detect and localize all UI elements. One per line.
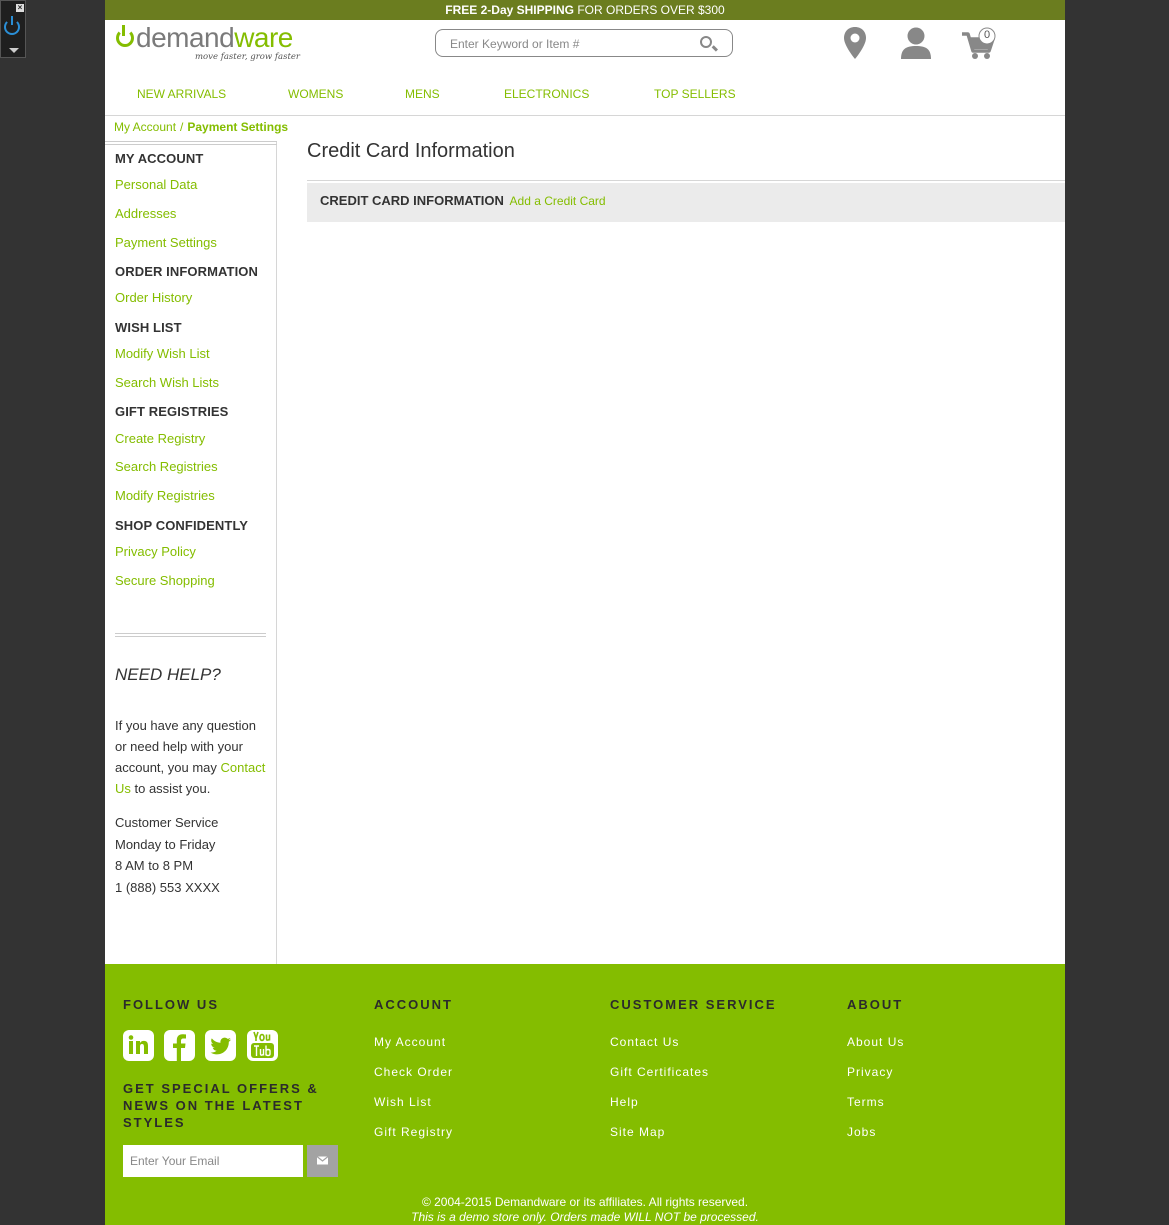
cs-phone: 1 (888) 553 XXXX xyxy=(115,879,220,895)
sidebar-heading-wish-list: WISH LIST xyxy=(115,320,182,335)
sidebar-divider xyxy=(115,633,266,637)
debug-toolbar-widget[interactable]: × xyxy=(0,0,26,58)
footer-link-wish-list[interactable]: Wish List xyxy=(374,1095,432,1109)
footer-link-contact-us[interactable]: Contact Us xyxy=(610,1035,679,1049)
footer-link-site-map[interactable]: Site Map xyxy=(610,1125,665,1139)
credit-card-section-title: CREDIT CARD INFORMATION Add a Credit Car… xyxy=(320,193,606,208)
footer-heading-follow-us: FOLLOW US xyxy=(123,997,219,1012)
cs-line: Customer Service xyxy=(115,815,219,830)
sidebar-link-modify-wish-list[interactable]: Modify Wish List xyxy=(115,346,210,361)
promo-banner: FREE 2-Day SHIPPING FOR ORDERS OVER $300 xyxy=(105,0,1065,20)
logo-tagline: move faster, grow faster xyxy=(195,52,300,62)
email-signup-input[interactable] xyxy=(123,1145,303,1177)
sidebar-heading-shop-confidently: SHOP CONFIDENTLY xyxy=(115,518,249,533)
add-credit-card-link[interactable]: Add a Credit Card xyxy=(510,194,606,208)
email-signup-button[interactable] xyxy=(307,1145,338,1177)
footer-link-help[interactable]: Help xyxy=(610,1095,639,1109)
youtube-icon[interactable] xyxy=(247,1030,278,1061)
store-locator-icon[interactable] xyxy=(843,27,867,59)
footer-link-about-us[interactable]: About Us xyxy=(847,1035,904,1049)
nav-electronics[interactable]: ELECTRONICS xyxy=(504,87,589,101)
footer-link-my-account[interactable]: My Account xyxy=(374,1035,446,1049)
footer-heading-account: ACCOUNT xyxy=(374,997,453,1012)
twitter-icon[interactable] xyxy=(205,1030,236,1061)
header: demandware move faster, grow faster 0 NE… xyxy=(105,20,1065,116)
sidebar-link-privacy-policy[interactable]: Privacy Policy xyxy=(115,544,196,559)
logo-power-icon xyxy=(116,25,134,47)
sidebar-heading-order-information: ORDER INFORMATION xyxy=(115,264,259,279)
sidebar-link-personal-data[interactable]: Personal Data xyxy=(115,177,197,192)
cs-line: 8 AM to 8 PM xyxy=(115,858,194,873)
search-box xyxy=(435,29,733,57)
footer-link-check-order[interactable]: Check Order xyxy=(374,1065,453,1079)
user-account-icon[interactable] xyxy=(901,27,931,59)
nav-new-arrivals[interactable]: NEW ARRIVALS xyxy=(137,87,226,101)
footer-link-jobs[interactable]: Jobs xyxy=(847,1125,876,1139)
account-sidebar: MY ACCOUNT Personal Data Addresses Payme… xyxy=(105,141,277,964)
credit-card-section-bar: CREDIT CARD INFORMATION Add a Credit Car… xyxy=(307,183,1065,222)
sidebar-link-order-history[interactable]: Order History xyxy=(115,290,192,305)
breadcrumb-my-account[interactable]: My Account xyxy=(114,120,176,134)
sidebar-link-search-wish-lists[interactable]: Search Wish Lists xyxy=(115,375,219,390)
sidebar-heading-my-account: MY ACCOUNT xyxy=(115,151,204,166)
sidebar-top-divider xyxy=(105,141,277,145)
need-help-text: If you have any question or need help wi… xyxy=(115,715,270,799)
chevron-down-icon[interactable] xyxy=(9,48,19,53)
offers-heading: GET SPECIAL OFFERS & NEWS ON THE LATEST … xyxy=(123,1081,319,1130)
breadcrumb-current[interactable]: Payment Settings xyxy=(187,120,288,134)
cart-count: 0 xyxy=(983,29,991,41)
promo-bold: FREE 2-Day SHIPPING xyxy=(445,3,574,17)
nav-mens[interactable]: MENS xyxy=(405,87,440,101)
page: FREE 2-Day SHIPPING FOR ORDERS OVER $300… xyxy=(105,0,1065,1225)
logo-word-a: demand xyxy=(136,22,235,53)
footer-link-gift-certificates[interactable]: Gift Certificates xyxy=(610,1065,709,1079)
sidebar-heading-gift-registries: GIFT REGISTRIES xyxy=(115,404,229,419)
facebook-icon[interactable] xyxy=(164,1030,195,1061)
footer-heading-about: ABOUT xyxy=(847,997,904,1012)
sidebar-link-payment-settings[interactable]: Payment Settings xyxy=(115,235,217,250)
sidebar-link-modify-registries[interactable]: Modify Registries xyxy=(115,488,215,503)
copyright: © 2004-2015 Demandware or its affiliates… xyxy=(105,1195,1065,1225)
nav-womens[interactable]: WOMENS xyxy=(288,87,343,101)
footer-link-privacy[interactable]: Privacy xyxy=(847,1065,893,1079)
sidebar-link-addresses[interactable]: Addresses xyxy=(115,206,176,221)
sidebar-link-secure-shopping[interactable]: Secure Shopping xyxy=(115,573,215,588)
envelope-icon xyxy=(316,1156,329,1165)
sidebar-link-search-registries[interactable]: Search Registries xyxy=(115,459,218,474)
search-input[interactable] xyxy=(448,34,692,54)
credit-card-section-label: CREDIT CARD INFORMATION xyxy=(320,193,504,208)
close-icon[interactable]: × xyxy=(16,4,24,12)
nav-top-sellers[interactable]: TOP SELLERS xyxy=(654,87,736,101)
footer-heading-customer-service: CUSTOMER SERVICE xyxy=(610,997,777,1012)
power-icon[interactable] xyxy=(4,16,20,35)
logo-word-b: ware xyxy=(234,22,293,53)
footer-link-terms[interactable]: Terms xyxy=(847,1095,885,1109)
footer-link-gift-registry[interactable]: Gift Registry xyxy=(374,1125,453,1139)
breadcrumb-separator: / xyxy=(180,120,184,134)
need-help-text-after: to assist you. xyxy=(130,781,211,796)
title-divider xyxy=(307,180,1065,181)
site-footer: FOLLOW US GET SPECIAL OFFERS & NEWS ON T… xyxy=(105,964,1065,1225)
breadcrumb: My Account / Payment Settings xyxy=(114,120,288,134)
customer-service-info: Customer Service Monday to Friday 8 AM t… xyxy=(115,812,220,898)
promo-text: FOR ORDERS OVER $300 xyxy=(573,3,725,17)
sidebar-link-create-registry[interactable]: Create Registry xyxy=(115,431,205,446)
cs-line: Monday to Friday xyxy=(115,836,216,852)
main-nav: NEW ARRIVALS WOMENS MENS ELECTRONICS TOP… xyxy=(105,87,805,107)
demo-notice: This is a demo store only. Orders made W… xyxy=(411,1210,759,1224)
cart-icon[interactable] xyxy=(961,27,999,61)
copyright-text: © 2004-2015 Demandware or its affiliates… xyxy=(421,1195,749,1209)
need-help-heading: NEED HELP? xyxy=(115,665,221,684)
linkedin-icon[interactable] xyxy=(123,1030,154,1061)
site-logo[interactable]: demandware move faster, grow faster xyxy=(114,22,304,66)
page-title: Credit Card Information xyxy=(307,140,515,162)
logo-wordmark: demandware xyxy=(136,22,293,54)
search-icon[interactable] xyxy=(700,36,712,48)
